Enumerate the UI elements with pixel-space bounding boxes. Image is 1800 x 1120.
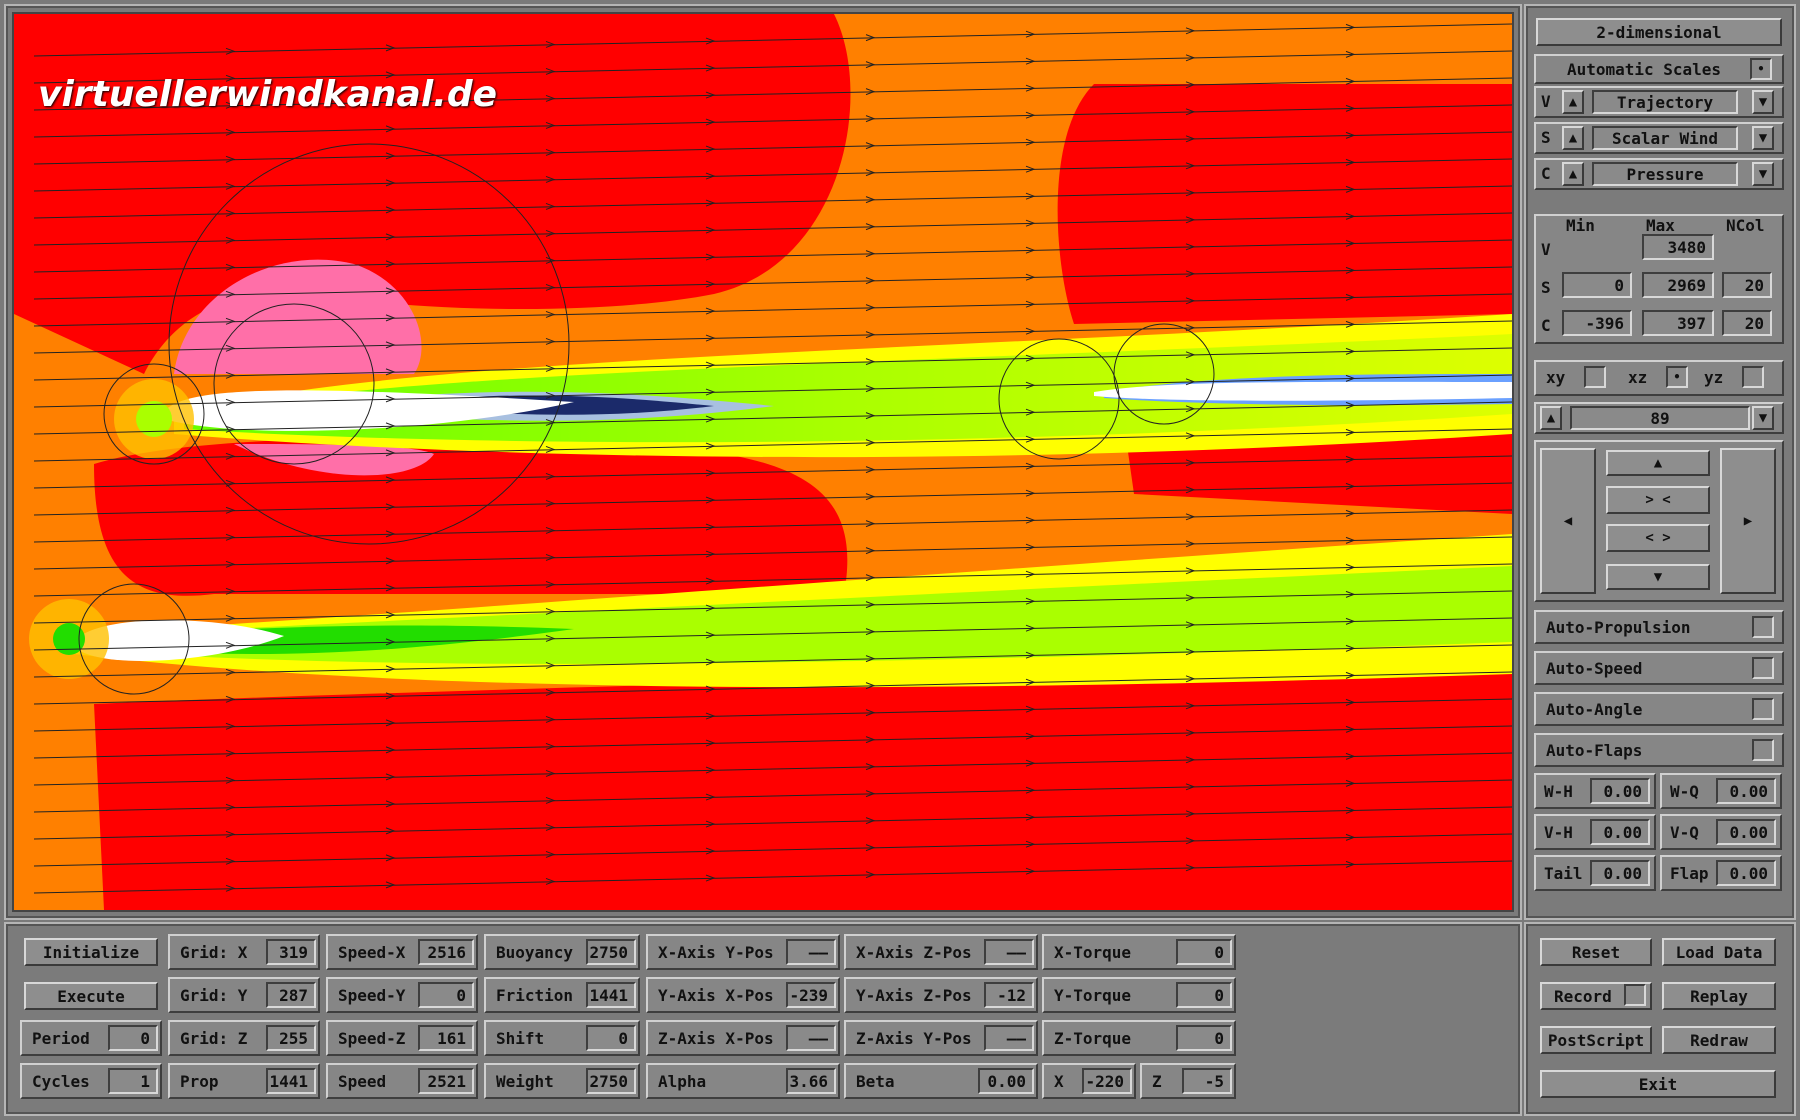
slice-value[interactable]: 89 [1570, 406, 1750, 430]
selector-value[interactable]: Scalar Wind [1592, 126, 1738, 150]
reset-button[interactable]: Reset [1540, 938, 1652, 966]
axis-pos-1-value[interactable]: -239 [786, 982, 836, 1008]
cycles-value[interactable]: 1 [108, 1068, 158, 1094]
force-1-value[interactable]: 1441 [586, 982, 636, 1008]
plane-xz-checkbox[interactable]: • [1666, 366, 1688, 388]
auto-scales-label: Automatic Scales [1566, 59, 1722, 79]
selector-letter: C [1541, 164, 1551, 183]
speed-2-value[interactable]: 161 [418, 1025, 474, 1051]
grid-3-value[interactable]: 1441 [266, 1068, 316, 1094]
toggle-row: Auto-Speed [1534, 651, 1784, 685]
grid-1-value[interactable]: 287 [266, 982, 316, 1008]
flap-value[interactable]: 0.00 [1716, 819, 1776, 845]
x-coord-value[interactable]: -220 [1082, 1068, 1132, 1094]
plane-xy-label: xy [1546, 368, 1566, 387]
selector-dropdown-button[interactable]: ▼ [1752, 126, 1774, 150]
flow-visualization[interactable]: virtuellerwindkanal.de [12, 12, 1514, 912]
range-ncol-field[interactable]: 20 [1722, 272, 1772, 298]
plane-yz-label: yz [1704, 368, 1724, 387]
slice-down-button[interactable]: ▼ [1752, 406, 1774, 430]
selector-up-button[interactable]: ▲ [1562, 126, 1584, 150]
selector-value[interactable]: Pressure [1592, 162, 1738, 186]
flow-field [14, 14, 1512, 910]
toggle-row: Auto-Angle [1534, 692, 1784, 726]
replay-button[interactable]: Replay [1662, 982, 1776, 1010]
axis-zpos-0-value[interactable]: —— [984, 939, 1034, 965]
selector-dropdown-button[interactable]: ▼ [1752, 90, 1774, 114]
toggle-checkbox[interactable] [1752, 657, 1774, 679]
flap-value[interactable]: 0.00 [1590, 860, 1650, 886]
pan-up-button[interactable]: ▲ [1606, 450, 1710, 476]
toggle-checkbox[interactable] [1752, 698, 1774, 720]
axis-pos-0-value[interactable]: —— [786, 939, 836, 965]
load-data-button[interactable]: Load Data [1662, 938, 1776, 966]
period-value[interactable]: 0 [108, 1025, 158, 1051]
zone-red-right [1057, 84, 1512, 324]
record-label: Record [1554, 986, 1612, 1006]
dimension-button[interactable]: 2-dimensional [1536, 18, 1782, 46]
selector-value[interactable]: Trajectory [1592, 90, 1738, 114]
pan-left-button[interactable]: ◀ [1540, 448, 1596, 594]
toggle-checkbox[interactable] [1752, 616, 1774, 638]
zoom-out-button[interactable]: < > [1606, 524, 1710, 552]
grid-0-value[interactable]: 319 [266, 939, 316, 965]
range-max-field[interactable]: 397 [1642, 310, 1714, 336]
zoom-in-button[interactable]: > < [1606, 486, 1710, 514]
toggle-row: Auto-Propulsion [1534, 610, 1784, 644]
pan-down-button[interactable]: ▼ [1606, 564, 1710, 590]
postscript-button[interactable]: PostScript [1540, 1026, 1652, 1054]
axis-pos-2-value[interactable]: —— [786, 1025, 836, 1051]
z-coord-value[interactable]: -5 [1182, 1068, 1232, 1094]
range-row-letter: S [1541, 278, 1551, 297]
selector-letter: V [1541, 92, 1551, 111]
speed-0-value[interactable]: 2516 [418, 939, 474, 965]
exit-button[interactable]: Exit [1540, 1070, 1776, 1098]
initialize-button[interactable]: Initialize [24, 938, 158, 966]
selector-letter: S [1541, 128, 1551, 147]
axis-zpos-2-value[interactable]: —— [984, 1025, 1034, 1051]
selector-up-button[interactable]: ▲ [1562, 90, 1584, 114]
range-header-ncol: NCol [1726, 216, 1765, 235]
range-header-max: Max [1646, 216, 1675, 235]
torque-0-value[interactable]: 0 [1176, 939, 1232, 965]
range-max-field[interactable]: 2969 [1642, 272, 1714, 298]
record-checkbox[interactable] [1624, 984, 1646, 1006]
speed-3-value[interactable]: 2521 [418, 1068, 474, 1094]
slice-up-button[interactable]: ▲ [1540, 406, 1562, 430]
range-row-letter: V [1541, 240, 1551, 259]
force-0-value[interactable]: 2750 [586, 939, 636, 965]
axis-zpos-1-value[interactable]: -12 [984, 982, 1034, 1008]
speed-1-value[interactable]: 0 [418, 982, 474, 1008]
selector-up-button[interactable]: ▲ [1562, 162, 1584, 186]
alpha-value[interactable]: 3.66 [786, 1068, 836, 1094]
plane-yz-checkbox[interactable] [1742, 366, 1764, 388]
torque-1-value[interactable]: 0 [1176, 982, 1232, 1008]
range-max-field[interactable]: 3480 [1642, 234, 1714, 260]
auto-scales-row: Automatic Scales [1534, 54, 1784, 84]
flap-value[interactable]: 0.00 [1716, 778, 1776, 804]
force-2-value[interactable]: 0 [586, 1025, 636, 1051]
execute-button[interactable]: Execute [24, 982, 158, 1010]
flap-value[interactable]: 0.00 [1716, 860, 1776, 886]
range-min-field[interactable]: 0 [1562, 272, 1632, 298]
selector-dropdown-button[interactable]: ▼ [1752, 162, 1774, 186]
toggle-checkbox[interactable] [1752, 739, 1774, 761]
range-row-letter: C [1541, 316, 1551, 335]
pan-right-button[interactable]: ▶ [1720, 448, 1776, 594]
flap-value[interactable]: 0.00 [1590, 819, 1650, 845]
range-min-field[interactable]: -396 [1562, 310, 1632, 336]
grid-2-value[interactable]: 255 [266, 1025, 316, 1051]
force-3-value[interactable]: 2750 [586, 1068, 636, 1094]
flap-value[interactable]: 0.00 [1590, 778, 1650, 804]
redraw-button[interactable]: Redraw [1662, 1026, 1776, 1054]
toggle-row: Auto-Flaps [1534, 733, 1784, 767]
range-ncol-field[interactable]: 20 [1722, 310, 1772, 336]
torque-2-value[interactable]: 0 [1176, 1025, 1232, 1051]
range-header-min: Min [1566, 216, 1595, 235]
auto-scales-checkbox[interactable]: • [1750, 58, 1772, 80]
beta-value[interactable]: 0.00 [978, 1068, 1034, 1094]
plane-xz-label: xz [1628, 368, 1648, 387]
plane-xy-checkbox[interactable] [1584, 366, 1606, 388]
watermark: virtuellerwindkanal.de [38, 74, 498, 115]
